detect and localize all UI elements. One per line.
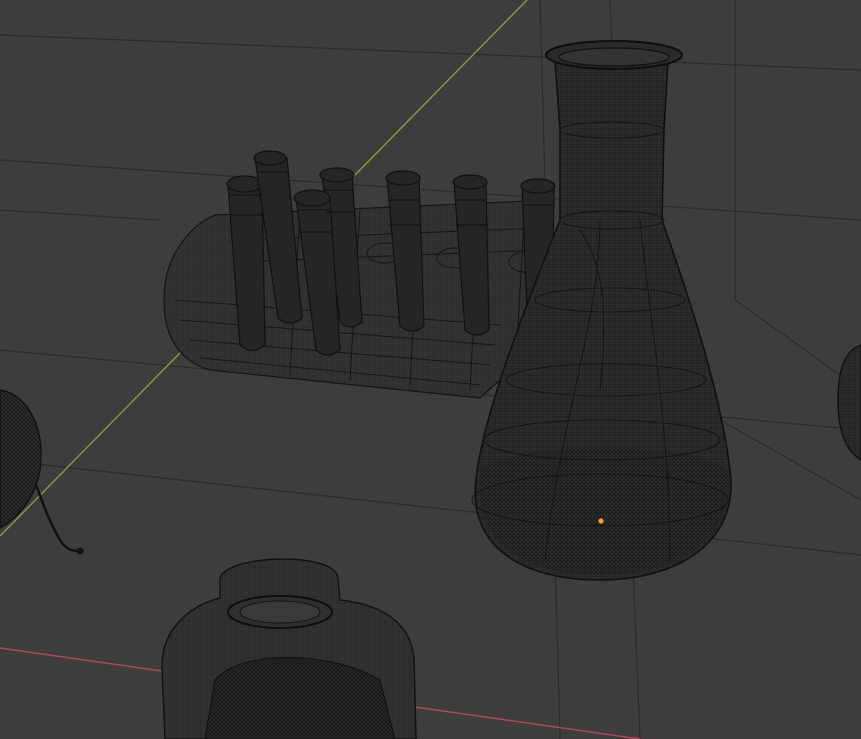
3d-viewport[interactable] bbox=[0, 0, 861, 739]
object-origin bbox=[598, 518, 604, 524]
round-flask[interactable] bbox=[0, 389, 84, 555]
jar[interactable] bbox=[161, 558, 417, 739]
bottle-edge[interactable] bbox=[837, 344, 861, 461]
viewport-canvas[interactable] bbox=[0, 0, 861, 739]
